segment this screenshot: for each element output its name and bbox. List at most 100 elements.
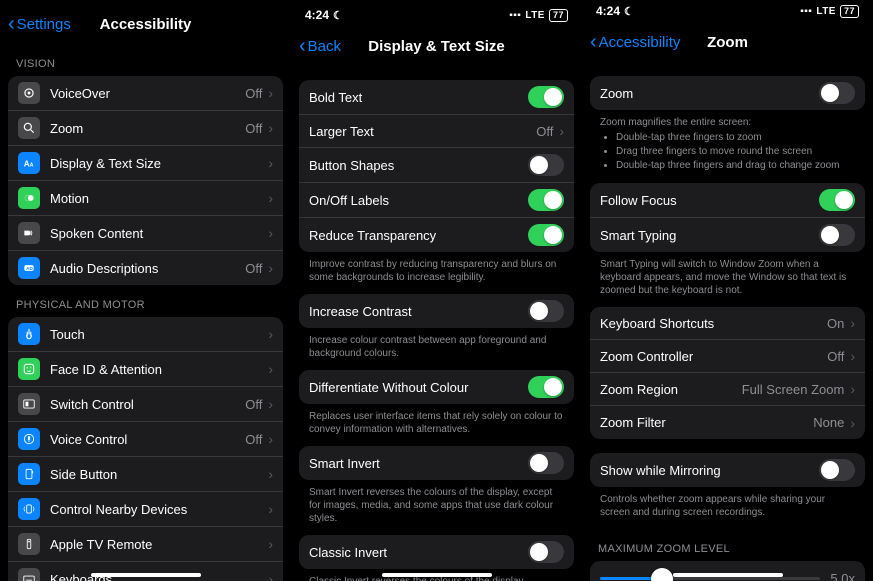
- row-voiceover[interactable]: VoiceOver Off ›: [8, 76, 283, 111]
- do-not-disturb-icon: ☾: [333, 9, 343, 22]
- row-label: Motion: [50, 191, 266, 206]
- toggle-show-mirroring[interactable]: [819, 459, 855, 481]
- svg-text:AD: AD: [26, 266, 33, 271]
- toggle-onoff-labels[interactable]: [528, 189, 564, 211]
- row-bold-text: Bold Text: [299, 80, 574, 115]
- chevron-right-icon: ›: [268, 501, 273, 517]
- row-keyboard-shortcuts[interactable]: Keyboard Shortcuts On ›: [590, 307, 865, 340]
- row-appletv-remote[interactable]: Apple TV Remote ›: [8, 527, 283, 562]
- row-label: Zoom Filter: [600, 415, 813, 430]
- toggle-bold-text[interactable]: [528, 86, 564, 108]
- group-text: Bold Text Larger Text Off › Button Shape…: [299, 80, 574, 252]
- switch-control-icon: [18, 393, 40, 415]
- row-zoom-filter[interactable]: Zoom Filter None ›: [590, 406, 865, 439]
- toggle-button-shapes[interactable]: [528, 154, 564, 176]
- row-label: Smart Typing: [600, 228, 819, 243]
- slider-max-zoom[interactable]: [600, 577, 820, 580]
- chevron-right-icon: ›: [850, 415, 855, 431]
- row-value: On: [827, 316, 844, 331]
- row-audio-descriptions[interactable]: AD Audio Descriptions Off ›: [8, 251, 283, 285]
- toggle-increase-contrast[interactable]: [528, 300, 564, 322]
- footer-zoom: Zoom magnifies the entire screen: Double…: [590, 110, 865, 183]
- row-label: Zoom: [600, 86, 819, 101]
- toggle-zoom[interactable]: [819, 82, 855, 104]
- chevron-right-icon: ›: [268, 85, 273, 101]
- row-max-zoom-slider: 5.0x: [590, 561, 865, 581]
- chevron-left-icon: ‹: [299, 36, 306, 56]
- group-zoom-toggle: Zoom: [590, 76, 865, 110]
- row-switch-control[interactable]: Switch Control Off ›: [8, 387, 283, 422]
- row-zoom-controller[interactable]: Zoom Controller Off ›: [590, 340, 865, 373]
- signal-bars-icon: ▪▪▪: [509, 10, 521, 21]
- row-spoken-content[interactable]: Spoken Content ›: [8, 216, 283, 251]
- group-physical: Touch › Face ID & Attention › Switch Con…: [8, 317, 283, 581]
- home-indicator[interactable]: [91, 573, 201, 577]
- home-indicator[interactable]: [673, 573, 783, 577]
- row-zoom: Zoom: [590, 76, 865, 110]
- home-indicator[interactable]: [382, 573, 492, 577]
- appletv-remote-icon: [18, 533, 40, 555]
- footer-bullet: Double-tap three fingers and drag to cha…: [616, 159, 855, 172]
- chevron-right-icon: ›: [268, 571, 273, 581]
- back-button[interactable]: ‹ Accessibility: [590, 32, 680, 52]
- section-header-physical: PHYSICAL AND MOTOR: [8, 285, 283, 317]
- row-keyboards[interactable]: Keyboards ›: [8, 562, 283, 581]
- svg-text:A: A: [24, 160, 30, 169]
- nearby-devices-icon: [18, 498, 40, 520]
- chevron-right-icon: ›: [850, 381, 855, 397]
- nav-header: ‹ Accessibility Zoom: [582, 22, 873, 62]
- section-header-max-zoom: MAXIMUM ZOOM LEVEL: [590, 529, 865, 561]
- footer-smart-typing: Smart Typing will switch to Window Zoom …: [590, 252, 865, 307]
- chevron-right-icon: ›: [850, 315, 855, 331]
- chevron-right-icon: ›: [268, 536, 273, 552]
- status-bar: 4:24 ☾ ▪▪▪ LTE 77: [582, 0, 873, 22]
- screen-accessibility: ‹ Settings Accessibility VISION VoiceOve…: [0, 0, 291, 581]
- toggle-follow-focus[interactable]: [819, 189, 855, 211]
- toggle-reduce-transparency[interactable]: [528, 224, 564, 246]
- status-time: 4:24: [596, 4, 620, 18]
- row-value: Full Screen Zoom: [742, 382, 845, 397]
- row-value: Off: [536, 124, 553, 139]
- row-larger-text[interactable]: Larger Text Off ›: [299, 115, 574, 148]
- row-label: Bold Text: [309, 90, 528, 105]
- row-voice-control[interactable]: Voice Control Off ›: [8, 422, 283, 457]
- network-label: LTE: [525, 10, 545, 21]
- back-label: Accessibility: [599, 34, 681, 51]
- row-value: Off: [245, 121, 262, 136]
- row-label: Spoken Content: [50, 226, 266, 241]
- chevron-right-icon: ›: [268, 466, 273, 482]
- row-smart-typing: Smart Typing: [590, 218, 865, 252]
- voice-control-icon: [18, 428, 40, 450]
- keyboards-icon: [18, 568, 40, 581]
- row-touch[interactable]: Touch ›: [8, 317, 283, 352]
- toggle-classic-invert[interactable]: [528, 541, 564, 563]
- row-label: Apple TV Remote: [50, 537, 266, 552]
- row-display-text-size[interactable]: AA Display & Text Size ›: [8, 146, 283, 181]
- row-label: Switch Control: [50, 397, 245, 412]
- row-differentiate: Differentiate Without Colour: [299, 370, 574, 404]
- back-button[interactable]: ‹ Settings: [8, 14, 71, 34]
- row-side-button[interactable]: Side Button ›: [8, 457, 283, 492]
- row-label: Reduce Transparency: [309, 228, 528, 243]
- row-zoom-region[interactable]: Zoom Region Full Screen Zoom ›: [590, 373, 865, 406]
- slider-value: 5.0x: [830, 571, 855, 581]
- row-onoff-labels: On/Off Labels: [299, 183, 574, 218]
- toggle-differentiate[interactable]: [528, 376, 564, 398]
- row-label: Increase Contrast: [309, 304, 528, 319]
- content-area: Bold Text Larger Text Off › Button Shape…: [291, 66, 582, 581]
- toggle-smart-typing[interactable]: [819, 224, 855, 246]
- row-zoom[interactable]: Zoom Off ›: [8, 111, 283, 146]
- row-faceid[interactable]: Face ID & Attention ›: [8, 352, 283, 387]
- back-button[interactable]: ‹ Back: [299, 36, 341, 56]
- toggle-smart-invert[interactable]: [528, 452, 564, 474]
- voiceover-icon: [18, 82, 40, 104]
- chevron-right-icon: ›: [268, 431, 273, 447]
- do-not-disturb-icon: ☾: [624, 5, 634, 18]
- chevron-left-icon: ‹: [590, 32, 597, 52]
- row-label: VoiceOver: [50, 86, 245, 101]
- row-nearby-devices[interactable]: Control Nearby Devices ›: [8, 492, 283, 527]
- row-motion[interactable]: Motion ›: [8, 181, 283, 216]
- side-button-icon: [18, 463, 40, 485]
- footer-increase-contrast: Increase colour contrast between app for…: [299, 328, 574, 370]
- faceid-icon: [18, 358, 40, 380]
